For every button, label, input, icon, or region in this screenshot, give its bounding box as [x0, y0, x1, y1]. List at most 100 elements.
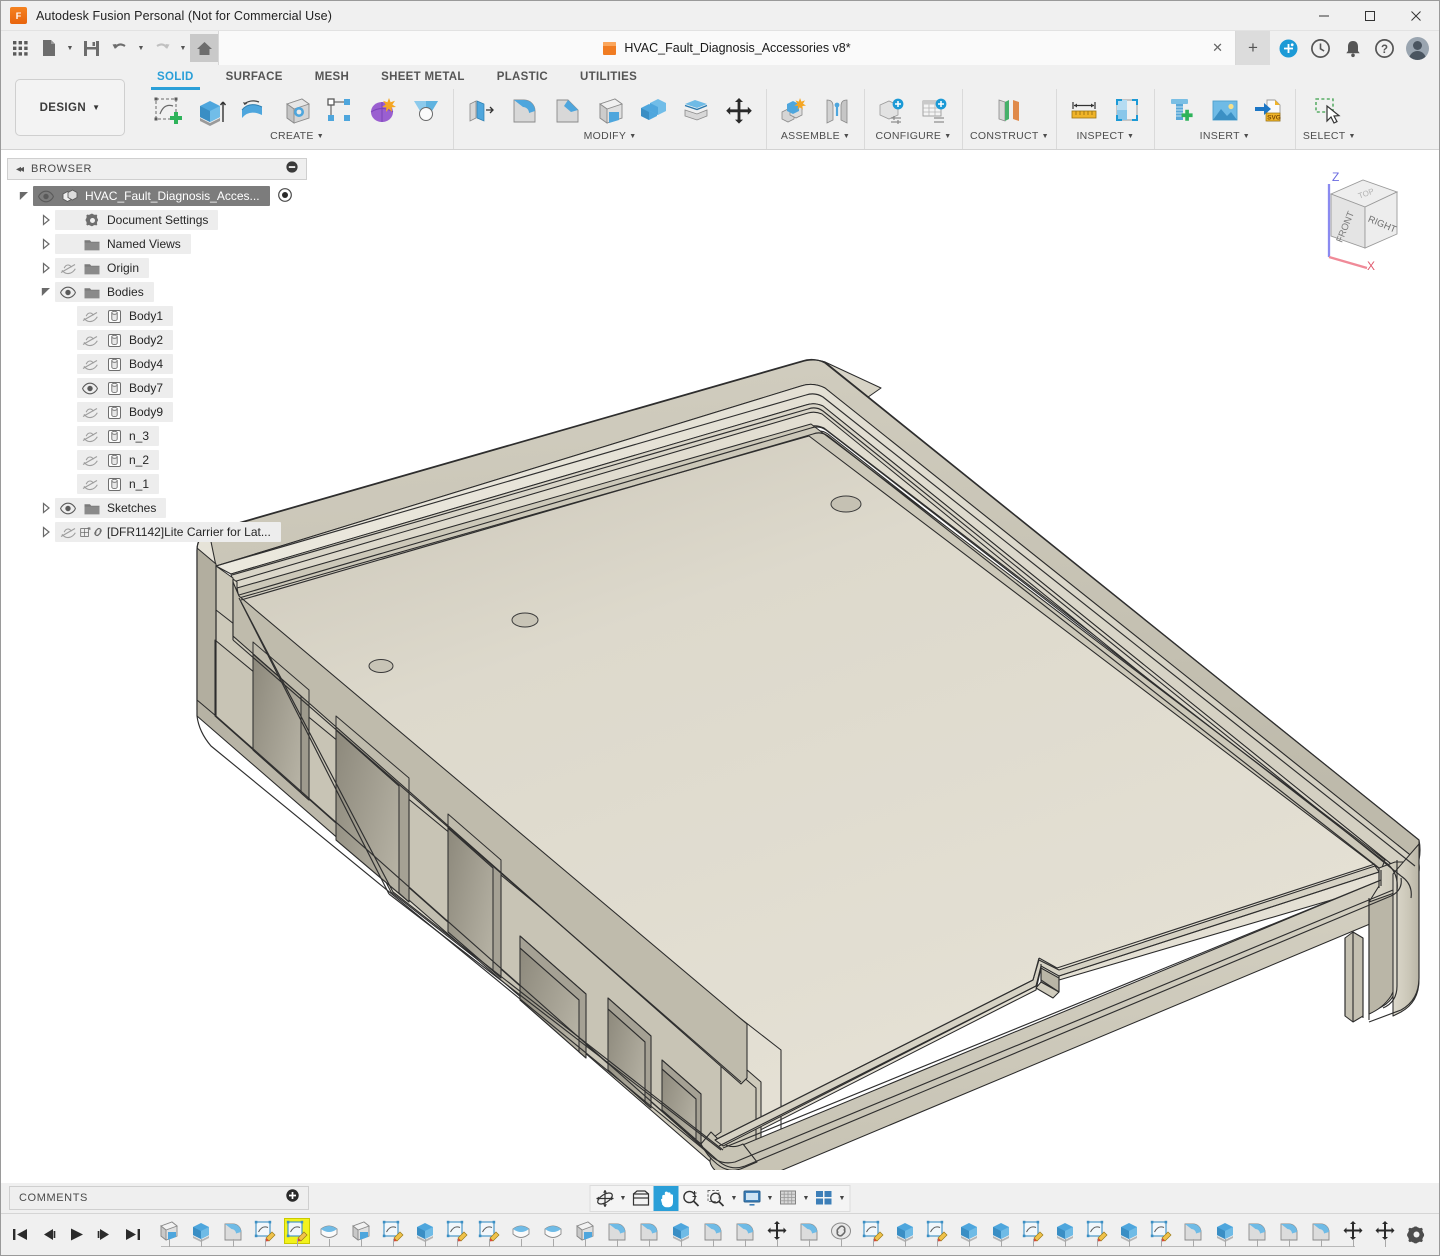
visibility-eye-off-icon[interactable] [77, 354, 102, 374]
visibility-eye-off-icon[interactable] [77, 306, 102, 326]
activate-component-radio[interactable] [277, 187, 292, 205]
timeline-feature-sketch[interactable] [1017, 1216, 1049, 1254]
timeline-feature-sketch[interactable] [281, 1216, 313, 1254]
grid-snaps-dropdown-caret-icon[interactable]: ▼ [801, 1186, 812, 1211]
tree-item-content[interactable]: Body1 [77, 306, 174, 326]
tab-mesh[interactable]: MESH [299, 65, 365, 89]
move-copy-icon[interactable] [719, 91, 759, 131]
visibility-eye-off-icon[interactable] [55, 522, 80, 542]
new-component-icon[interactable] [774, 91, 814, 131]
timeline-feature-move[interactable] [761, 1216, 793, 1254]
select-group-label[interactable]: SELECT ▼ [1303, 130, 1356, 142]
tree-item-content[interactable]: Body4 [77, 354, 174, 374]
extension-manager-icon[interactable] [1278, 38, 1299, 59]
tree-item-bodies[interactable]: Bodies [1, 280, 313, 304]
notifications-bell-icon[interactable] [1342, 38, 1363, 59]
collapse-arrow-icon[interactable] [15, 186, 33, 206]
tree-item-content[interactable]: n_1 [77, 474, 160, 494]
split-face-icon[interactable] [676, 91, 716, 131]
hole-icon[interactable] [277, 91, 317, 131]
tree-item-hvac-fault-diagnosis-acces[interactable]: HVAC_Fault_Diagnosis_Acces... [1, 184, 313, 208]
timeline-feature-sketch[interactable] [473, 1216, 505, 1254]
undo-dropdown-caret-icon[interactable]: ▼ [135, 34, 147, 62]
timeline-feature-extrude[interactable] [665, 1216, 697, 1254]
undo-icon[interactable] [106, 34, 134, 62]
look-at-icon[interactable] [629, 1186, 654, 1211]
tab-sheet-metal[interactable]: SHEET METAL [365, 65, 481, 89]
fillet-icon[interactable] [504, 91, 544, 131]
select-icon[interactable] [1309, 91, 1349, 131]
timeline-feature-fillet[interactable] [217, 1216, 249, 1254]
timeline-feature-move[interactable] [1337, 1216, 1369, 1254]
tree-item-content[interactable]: Origin [55, 258, 150, 278]
extrude-icon[interactable] [191, 91, 231, 131]
browser-collapse-icon[interactable]: ◂◂ [16, 164, 24, 175]
viewports-icon[interactable] [812, 1186, 837, 1211]
timeline-go-end-button[interactable] [119, 1220, 145, 1250]
grid-snaps-icon[interactable] [776, 1186, 801, 1211]
app-grid-icon[interactable] [6, 34, 34, 62]
tree-item-n-3[interactable]: n_3 [1, 424, 313, 448]
timeline-feature-fillet[interactable] [1177, 1216, 1209, 1254]
maximize-button[interactable] [1347, 1, 1393, 31]
tree-item-content[interactable]: n_2 [77, 450, 160, 470]
timeline-feature-revolve[interactable] [537, 1216, 569, 1254]
visibility-eye-icon[interactable] [55, 282, 80, 302]
comments-panel[interactable]: COMMENTS [9, 1186, 309, 1210]
tree-item-n-1[interactable]: n_1 [1, 472, 313, 496]
assemble-group-label[interactable]: ASSEMBLE ▼ [781, 130, 850, 142]
visibility-eye-off-icon[interactable] [55, 258, 80, 278]
tree-item-body2[interactable]: Body2 [1, 328, 313, 352]
tree-item-body1[interactable]: Body1 [1, 304, 313, 328]
timeline-feature-extrude[interactable] [409, 1216, 441, 1254]
visibility-eye-off-icon[interactable] [77, 426, 102, 446]
account-avatar[interactable] [1406, 36, 1429, 60]
tree-item-content[interactable]: Bodies [55, 282, 154, 302]
tree-item-content[interactable]: Body7 [77, 378, 174, 398]
create-configuration-icon[interactable] [872, 91, 912, 131]
timeline-feature-extrude[interactable] [185, 1216, 217, 1254]
section-analysis-icon[interactable] [1107, 91, 1147, 131]
timeline-feature-sketch[interactable] [1145, 1216, 1177, 1254]
visibility-eye-off-icon[interactable] [77, 474, 102, 494]
timeline-feature-shell[interactable] [569, 1216, 601, 1254]
tree-item-origin[interactable]: Origin [1, 256, 313, 280]
timeline-feature-fillet[interactable] [697, 1216, 729, 1254]
expand-arrow-icon[interactable] [37, 498, 55, 518]
combine-icon[interactable] [633, 91, 673, 131]
visibility-eye-off-icon[interactable] [77, 450, 102, 470]
visibility-eye-icon[interactable] [55, 498, 80, 518]
tree-item-content[interactable]: Body2 [77, 330, 174, 350]
orbit-icon[interactable] [593, 1186, 618, 1211]
joint-icon[interactable] [817, 91, 857, 131]
job-status-icon[interactable] [1310, 38, 1331, 59]
timeline-feature-fillet[interactable] [1305, 1216, 1337, 1254]
view-cube[interactable]: Z X FRONT RIGHT TOP [1301, 162, 1411, 273]
construct-group-label[interactable]: CONSTRUCT ▼ [970, 130, 1049, 142]
timeline-feature-fillet[interactable] [729, 1216, 761, 1254]
timeline-track[interactable] [153, 1216, 1399, 1254]
create-sketch-icon[interactable] [148, 91, 188, 131]
timeline-feature-sketch[interactable] [921, 1216, 953, 1254]
create-form-icon[interactable] [363, 91, 403, 131]
tree-item-sketches[interactable]: Sketches [1, 496, 313, 520]
timeline-feature-fillet[interactable] [793, 1216, 825, 1254]
tree-item-content[interactable]: Document Settings [55, 210, 219, 230]
timeline-feature-fillet[interactable] [1273, 1216, 1305, 1254]
fit-icon[interactable] [704, 1186, 729, 1211]
visibility-eye-icon[interactable] [77, 378, 102, 398]
shell-icon[interactable] [590, 91, 630, 131]
zoom-icon[interactable] [679, 1186, 704, 1211]
help-icon[interactable]: ? [1374, 38, 1395, 59]
timeline-go-start-button[interactable] [7, 1220, 33, 1250]
create-group-label[interactable]: CREATE ▼ [270, 130, 324, 142]
tree-item-body7[interactable]: Body7 [1, 376, 313, 400]
fit-dropdown-caret-icon[interactable]: ▼ [729, 1186, 740, 1211]
tree-item-content[interactable]: HVAC_Fault_Diagnosis_Acces... [33, 186, 270, 206]
tab-plastic[interactable]: PLASTIC [481, 65, 564, 89]
tree-item-content[interactable]: n_3 [77, 426, 160, 446]
timeline-feature-revolve[interactable] [505, 1216, 537, 1254]
measure-icon[interactable] [1064, 91, 1104, 131]
tree-item-n-2[interactable]: n_2 [1, 448, 313, 472]
modify-group-label[interactable]: MODIFY ▼ [584, 130, 637, 142]
